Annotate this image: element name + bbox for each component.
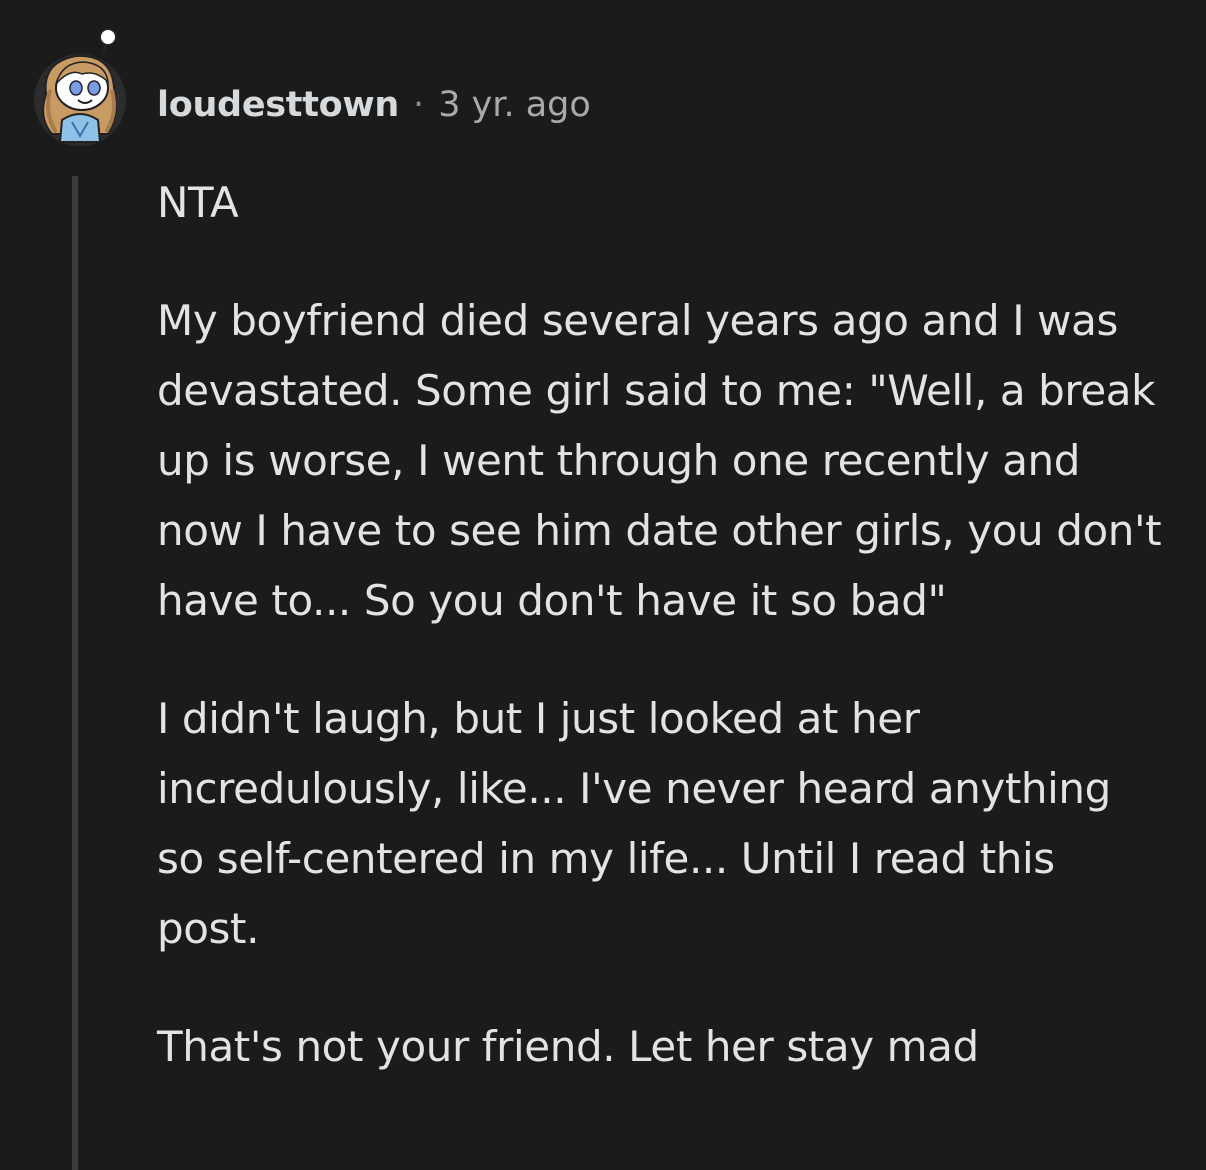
timestamp[interactable]: 3 yr. ago <box>438 85 591 125</box>
comment-body: NTA My boyfriend died several years ago … <box>157 168 1167 1082</box>
comment-paragraph: That's not your friend. Let her stay mad <box>157 1022 979 1071</box>
snoo-avatar-icon <box>34 28 126 146</box>
thread-collapse-line[interactable] <box>72 176 78 1170</box>
avatar[interactable] <box>32 24 128 148</box>
comment-paragraph: NTA <box>157 178 239 227</box>
comment: loudesttown · 3 yr. ago NTA My boyfriend… <box>0 0 1206 1170</box>
username-link[interactable]: loudesttown <box>157 85 399 125</box>
comment-paragraph: I didn't laugh, but I just looked at her… <box>157 694 1111 953</box>
comment-paragraph: My boyfriend died several years ago and … <box>157 296 1162 625</box>
comment-header: loudesttown · 3 yr. ago <box>157 80 591 130</box>
separator-dot: · <box>413 85 425 125</box>
